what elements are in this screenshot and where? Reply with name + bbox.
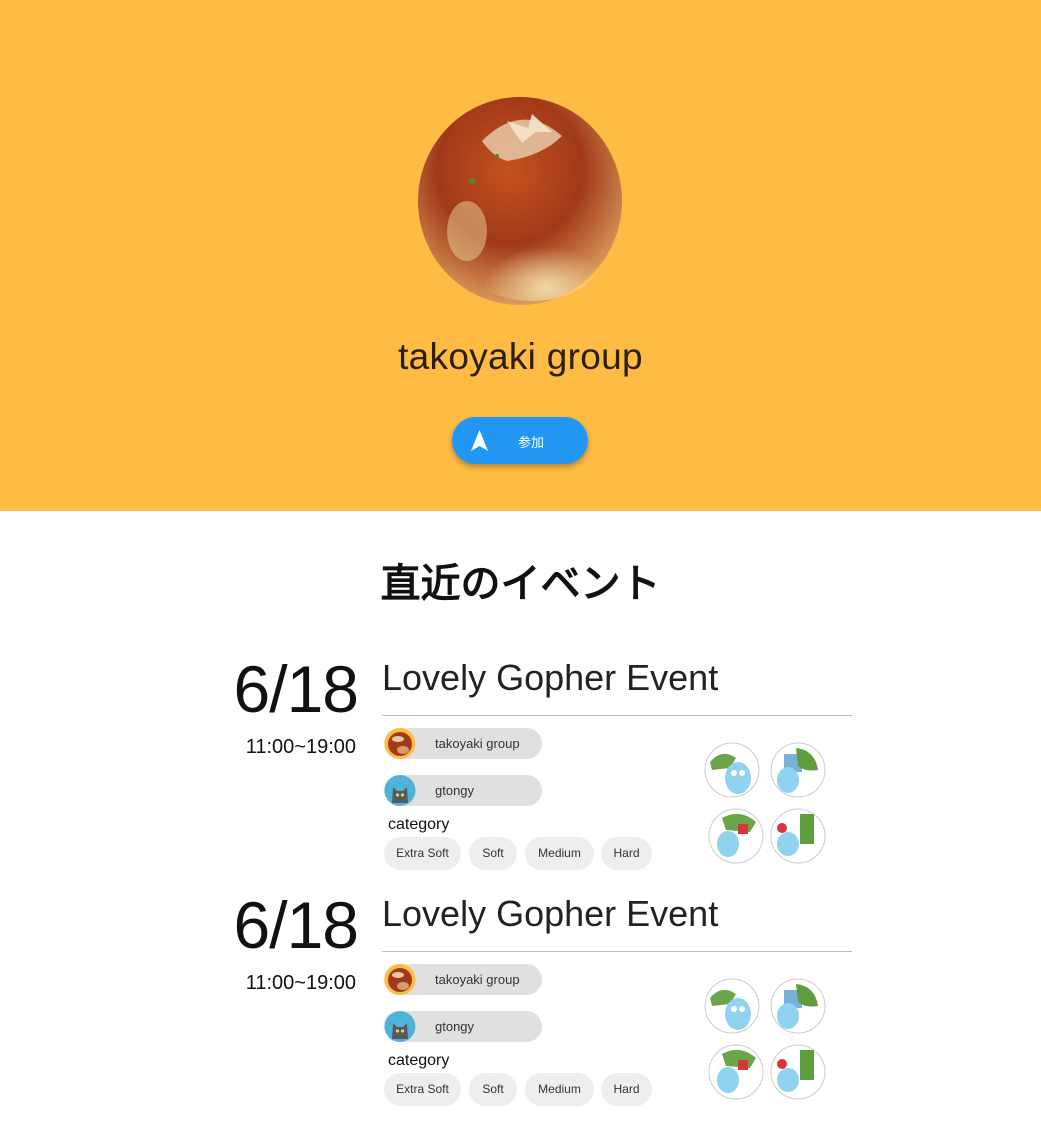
takoyaki-image <box>418 97 622 305</box>
join-button-label: 参加 <box>518 435 545 450</box>
cat-avatar <box>384 775 416 806</box>
member-name: takoyaki group <box>435 736 520 751</box>
category-label: category <box>388 816 450 833</box>
gopher-stickers-image <box>704 978 826 1100</box>
member-name: gtongy <box>435 783 475 798</box>
divider <box>382 951 852 952</box>
event-date: 6/18 <box>233 888 359 962</box>
member-name: gtongy <box>435 1019 475 1034</box>
event-title[interactable]: Lovely Gopher Event <box>382 892 718 936</box>
navigation-arrow-icon <box>471 430 488 451</box>
category-chip[interactable]: Soft <box>469 1073 517 1106</box>
group-name: takoyaki group <box>398 336 643 377</box>
event-date: 6/18 <box>233 652 359 726</box>
member-chip[interactable]: takoyaki group <box>384 964 542 995</box>
event-title[interactable]: Lovely Gopher Event <box>382 656 718 700</box>
takoyaki-avatar <box>384 728 416 759</box>
member-chip[interactable]: gtongy <box>384 1011 542 1042</box>
category-chip[interactable]: Hard <box>601 837 652 870</box>
category-chip[interactable]: Soft <box>469 837 517 870</box>
cat-avatar <box>384 1011 416 1042</box>
divider <box>382 715 852 716</box>
event-time: 11:00~19:00 <box>245 736 356 758</box>
section-title: 直近のイベント <box>380 562 661 606</box>
event-time: 11:00~19:00 <box>245 972 356 994</box>
member-name: takoyaki group <box>435 972 520 987</box>
category-chip[interactable]: Extra Soft <box>384 1073 461 1106</box>
member-chip[interactable]: gtongy <box>384 775 542 806</box>
join-button[interactable]: 参加 <box>452 417 588 464</box>
group-hero: takoyaki group 参加 <box>0 0 1041 511</box>
category-label: category <box>388 1052 450 1069</box>
category-chip[interactable]: Hard <box>601 1073 652 1106</box>
event-card[interactable]: 6/18 11:00~19:00 Lovely Gopher Event tak… <box>0 892 1041 1128</box>
category-chip[interactable]: Extra Soft <box>384 837 461 870</box>
gopher-stickers-image <box>704 742 826 864</box>
event-card[interactable]: 6/18 11:00~19:00 Lovely Gopher Event tak… <box>0 656 1041 892</box>
takoyaki-avatar <box>384 964 416 995</box>
category-chip[interactable]: Medium <box>525 837 594 870</box>
member-chip[interactable]: takoyaki group <box>384 728 542 759</box>
category-chip[interactable]: Medium <box>525 1073 594 1106</box>
